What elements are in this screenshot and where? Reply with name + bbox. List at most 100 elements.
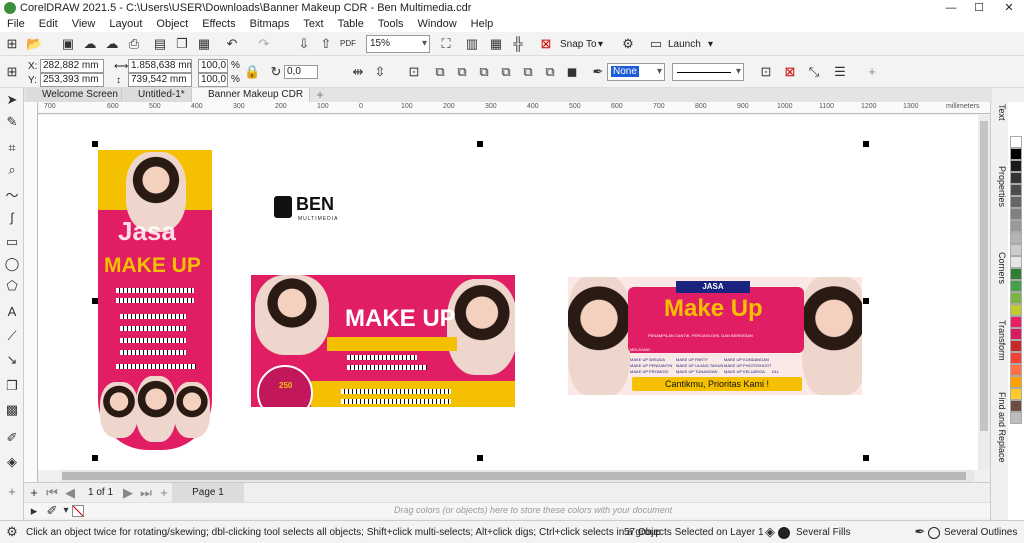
zoom-tool-icon[interactable]: ⌕ (4, 162, 20, 178)
palette-swatch[interactable] (1010, 400, 1022, 412)
add-page-icon[interactable]: + (26, 485, 42, 501)
align-distribute-icon[interactable]: ⊡ (406, 64, 422, 80)
no-color-swatch[interactable] (72, 505, 84, 517)
cloud-upload-icon[interactable]: ☁ (82, 36, 98, 52)
add-icon[interactable]: + (864, 64, 880, 80)
horizontal-ruler[interactable]: 700 600 500 400 300 200 100 0 100 200 30… (38, 102, 990, 114)
weld-icon[interactable]: ⧉ (454, 64, 470, 80)
menu-edit[interactable]: Edit (32, 18, 65, 30)
docker-tab-find-replace[interactable]: Find and Replace (993, 392, 1007, 463)
drawing-canvas[interactable]: Jasa MAKE UP BEN MULTIMEDIA MAKE UP 250 (38, 115, 990, 470)
pick-tool-icon[interactable]: ➤ (4, 92, 20, 108)
selection-handle[interactable] (477, 455, 483, 461)
menu-tools[interactable]: Tools (371, 18, 411, 30)
selection-handle[interactable] (863, 141, 869, 147)
import-icon[interactable]: ⇩ (296, 36, 312, 52)
menu-effects[interactable]: Effects (195, 18, 242, 30)
x-position-field[interactable]: 282,882 mm (40, 59, 104, 73)
cut-icon[interactable]: ▤ (152, 36, 168, 52)
palette-swatch[interactable] (1010, 184, 1022, 196)
next-page-icon[interactable]: ▶ (120, 485, 136, 501)
maximize-button[interactable]: ☐ (968, 0, 990, 16)
polygon-tool-icon[interactable]: ⬠ (4, 278, 20, 294)
status-options-gear-icon[interactable]: ⚙ (4, 524, 20, 540)
show-guidelines-icon[interactable]: ╬ (510, 36, 526, 52)
close-button[interactable]: ✕ (998, 0, 1020, 16)
menu-help[interactable]: Help (464, 18, 501, 30)
undo-icon[interactable]: ↶ (224, 36, 240, 52)
selection-handle[interactable] (477, 141, 483, 147)
docker-tab-text[interactable]: Text (993, 104, 1007, 121)
rotation-angle-field[interactable]: 0,0 (284, 65, 318, 79)
vertical-ruler[interactable] (24, 102, 38, 482)
tab-welcome-screen[interactable]: Welcome Screen (26, 88, 122, 102)
eyedropper-tool-icon[interactable]: ✐ (4, 430, 20, 446)
parallel-dimension-icon[interactable]: ⟋ (4, 328, 20, 344)
crop-tool-icon[interactable]: ⌗ (4, 140, 20, 156)
fill-indicator-icon[interactable]: ◈ (762, 524, 778, 540)
launch-icon[interactable]: ▭ (648, 36, 664, 52)
previous-page-icon[interactable]: ◀ (62, 485, 78, 501)
zoom-level-dropdown[interactable]: 15% (366, 35, 430, 53)
palette-swatch[interactable] (1010, 316, 1022, 328)
palette-swatch[interactable] (1010, 208, 1022, 220)
redo-icon[interactable]: ↷ (256, 36, 272, 52)
back-minus-front-icon[interactable]: ◼ (564, 64, 580, 80)
palette-swatch[interactable] (1010, 244, 1022, 256)
line-style-dropdown[interactable] (672, 63, 744, 81)
height-field[interactable]: 739,542 mm (128, 73, 192, 87)
selection-handle[interactable] (863, 455, 869, 461)
show-grid-icon[interactable]: ▦ (488, 36, 504, 52)
add-tool-icon[interactable]: + (4, 484, 20, 500)
front-minus-back-icon[interactable]: ⧉ (542, 64, 558, 80)
paste-icon[interactable]: ▦ (196, 36, 212, 52)
drop-shadow-icon[interactable]: ❐ (4, 378, 20, 394)
selection-handle[interactable] (863, 298, 869, 304)
break-apart-icon[interactable]: ⊡ (758, 64, 774, 80)
tab-banner-makeup[interactable]: Banner Makeup CDR ... (192, 88, 310, 114)
rectangle-tool-icon[interactable]: ▭ (4, 234, 20, 250)
palette-swatch[interactable] (1010, 196, 1022, 208)
selection-handle[interactable] (92, 141, 98, 147)
full-screen-icon[interactable]: ⛶ (438, 36, 454, 52)
left-vertical-banner[interactable]: Jasa MAKE UP (98, 150, 212, 450)
new-document-icon[interactable]: ⊞ (4, 36, 20, 52)
launch-dropdown[interactable]: Launch (668, 39, 701, 51)
save-icon[interactable]: ▣ (60, 36, 76, 52)
mirror-horizontal-icon[interactable]: ⇹ (350, 64, 366, 80)
palette-swatch[interactable] (1010, 136, 1022, 148)
export-pdf-icon[interactable]: PDF (340, 36, 356, 52)
ellipse-tool-icon[interactable]: ◯ (4, 256, 20, 272)
new-tab-icon[interactable]: + (312, 87, 328, 103)
freehand-tool-icon[interactable]: 〜 (4, 188, 20, 204)
shape-tool-icon[interactable]: ✎ (4, 114, 20, 130)
vertical-scroll-thumb[interactable] (980, 121, 988, 431)
palette-swatch[interactable] (1010, 172, 1022, 184)
mirror-vertical-icon[interactable]: ⇳ (372, 64, 388, 80)
show-rulers-icon[interactable]: ▥ (464, 36, 480, 52)
connector-tool-icon[interactable]: ↘ (4, 352, 20, 368)
launch-chevron-icon[interactable]: ▾ (708, 39, 713, 51)
convert-to-curves-icon[interactable]: ⤡ (806, 64, 822, 80)
intersect-icon[interactable]: ⧉ (498, 64, 514, 80)
horizontal-scroll-thumb[interactable] (62, 472, 966, 480)
palette-swatch[interactable] (1010, 304, 1022, 316)
artistic-media-icon[interactable]: ʃ (4, 210, 20, 226)
palette-swatch[interactable] (1010, 160, 1022, 172)
vertical-scrollbar[interactable] (978, 115, 990, 470)
palette-swatch[interactable] (1010, 352, 1022, 364)
quick-customize-icon[interactable]: ☰ (832, 64, 848, 80)
palette-swatch[interactable] (1010, 412, 1022, 424)
horizontal-scrollbar[interactable] (62, 470, 974, 482)
middle-banner[interactable]: MAKE UP 250 (251, 275, 515, 407)
docker-tab-corners[interactable]: Corners (993, 252, 1007, 284)
menu-window[interactable]: Window (411, 18, 464, 30)
palette-swatch[interactable] (1010, 340, 1022, 352)
outline-width-dropdown[interactable]: None (607, 63, 665, 81)
palette-swatch[interactable] (1010, 376, 1022, 388)
menu-layout[interactable]: Layout (102, 18, 149, 30)
tab-untitled-1[interactable]: Untitled-1* (122, 88, 192, 102)
menu-table[interactable]: Table (331, 18, 371, 30)
palette-menu-icon[interactable]: ▸ (26, 503, 42, 519)
width-field[interactable]: 1.858,638 mm (128, 59, 192, 73)
